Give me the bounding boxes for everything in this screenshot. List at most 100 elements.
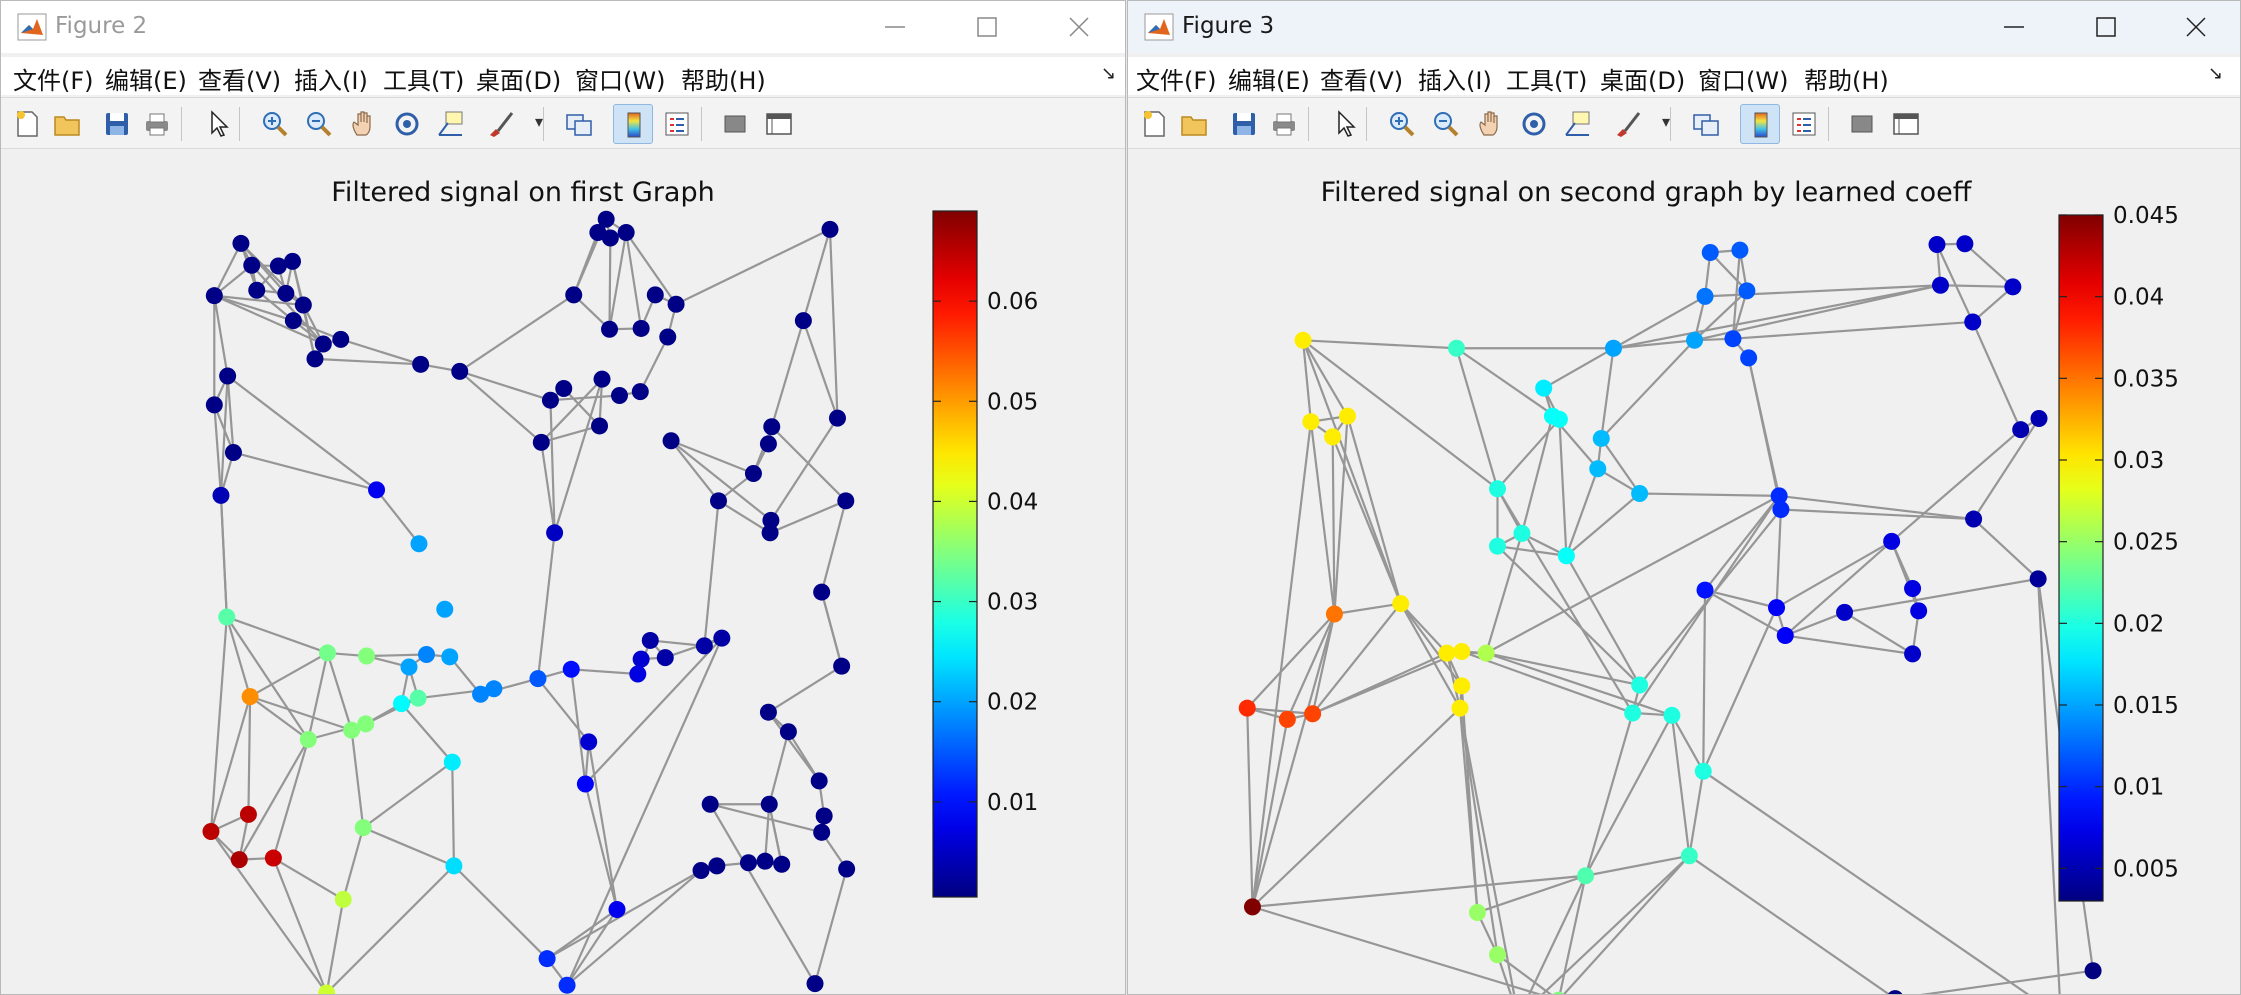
menu-view[interactable]: 查看(V) — [198, 61, 281, 96]
rotate-3d-button[interactable] — [387, 104, 427, 144]
pan-button[interactable] — [1470, 104, 1510, 144]
graph-node — [1604, 339, 1622, 357]
colorbar-button[interactable] — [613, 104, 653, 144]
graph-node — [558, 976, 576, 994]
graph-node — [1448, 339, 1466, 357]
maximize-button[interactable] — [2060, 1, 2152, 53]
graph-edge — [828, 229, 839, 419]
graph-node — [2030, 410, 2048, 427]
graph-edge — [249, 651, 329, 698]
print-button[interactable] — [137, 104, 177, 144]
menu-help[interactable]: 帮助(H) — [681, 61, 766, 96]
menu-window[interactable]: 窗口(W) — [575, 61, 665, 96]
graph-node — [576, 775, 594, 793]
graph-edge — [709, 803, 816, 985]
graph-node — [1543, 407, 1561, 425]
graph-edge — [1688, 771, 1705, 856]
graph-node — [218, 608, 236, 626]
menu-insert[interactable]: 插入(I) — [294, 61, 368, 96]
menu-file[interactable]: 文件(F) — [1136, 61, 1217, 96]
graph-node — [565, 286, 583, 304]
toolbar-separator — [1308, 107, 1309, 141]
brush-dropdown-icon[interactable]: ▾ — [1662, 112, 1670, 131]
minimize-button[interactable] — [1968, 1, 2060, 53]
graph-edge — [249, 695, 352, 732]
menu-tools[interactable]: 工具(T) — [383, 61, 464, 96]
brush-dropdown-icon[interactable]: ▾ — [535, 112, 543, 131]
graph-node — [1686, 331, 1704, 349]
zoom-out-button[interactable] — [1426, 104, 1466, 144]
zoom-in-button[interactable] — [1382, 104, 1422, 144]
save-button[interactable] — [1224, 104, 1264, 144]
graph-node — [593, 370, 611, 388]
menu-overflow-icon[interactable]: ↘ — [1101, 63, 1116, 84]
zoom-out-icon — [1434, 112, 1459, 137]
open-file-button[interactable] — [47, 104, 87, 144]
close-button[interactable] — [2150, 1, 2240, 53]
link-plot-icon — [1693, 114, 1719, 136]
menu-help[interactable]: 帮助(H) — [1804, 61, 1889, 96]
menu-view[interactable]: 查看(V) — [1320, 61, 1403, 96]
menu-overflow-icon[interactable]: ↘ — [2208, 63, 2223, 84]
data-tips-button[interactable] — [431, 104, 471, 144]
menu-desktop[interactable]: 桌面(D) — [1600, 61, 1685, 96]
legend-button[interactable] — [1784, 104, 1824, 144]
menu-desktop[interactable]: 桌面(D) — [476, 61, 561, 96]
pan-button[interactable] — [343, 104, 383, 144]
print-button[interactable] — [1264, 104, 1304, 144]
graph-node — [1731, 241, 1749, 259]
pointer-button[interactable] — [199, 104, 239, 144]
rotate-3d-button[interactable] — [1514, 104, 1554, 144]
graph-node — [1956, 235, 1974, 253]
hide-plot-tools-button[interactable] — [1842, 104, 1882, 144]
title-bar[interactable]: Figure 3 — [1128, 1, 2240, 53]
graph-node — [1928, 236, 1946, 254]
legend-button[interactable] — [657, 104, 697, 144]
show-plot-tools-icon — [766, 113, 792, 135]
new-figure-icon — [1144, 111, 1165, 137]
graph-node — [1663, 706, 1681, 724]
menu-tools[interactable]: 工具(T) — [1506, 61, 1587, 96]
open-file-icon — [54, 116, 80, 136]
graph-node — [629, 665, 647, 683]
minimize-button[interactable] — [849, 1, 941, 53]
show-plot-tools-button[interactable] — [1886, 104, 1926, 144]
menu-insert[interactable]: 插入(I) — [1418, 61, 1492, 96]
graph-node — [763, 418, 781, 436]
zoom-in-button[interactable] — [255, 104, 295, 144]
graph-node — [1438, 644, 1456, 662]
graph-node — [354, 819, 372, 837]
graph-plot: Filtered signal on first Graph 0.01 0.02 0.… — [202, 177, 1038, 994]
open-file-button[interactable] — [1174, 104, 1214, 144]
link-plot-button[interactable] — [1686, 104, 1726, 144]
graph-edge — [209, 616, 228, 832]
graph-node — [806, 975, 824, 993]
data-tips-button[interactable] — [1558, 104, 1598, 144]
graph-node — [299, 731, 317, 748]
title-bar[interactable]: Figure 2 — [1, 1, 1125, 53]
graph-edge — [1496, 418, 1561, 490]
colorbar-button[interactable] — [1740, 104, 1780, 144]
save-button[interactable] — [97, 104, 137, 144]
graph-edge — [820, 591, 843, 667]
toolbar-separator — [1828, 107, 1829, 141]
graph-node — [1294, 331, 1312, 349]
new-figure-button[interactable] — [7, 104, 47, 144]
menu-edit[interactable]: 编辑(E) — [105, 61, 187, 96]
brush-button[interactable] — [1608, 104, 1648, 144]
show-plot-tools-button[interactable] — [759, 104, 799, 144]
maximize-button[interactable] — [941, 1, 1033, 53]
graph-node — [580, 733, 598, 751]
link-plot-button[interactable] — [559, 104, 599, 144]
menu-edit[interactable]: 编辑(E) — [1228, 61, 1310, 96]
brush-button[interactable] — [481, 104, 521, 144]
new-figure-button[interactable] — [1134, 104, 1174, 144]
menu-window[interactable]: 窗口(W) — [1698, 61, 1788, 96]
colorbar-tick-label: 0.04 — [987, 489, 1038, 515]
graph-node — [1680, 847, 1698, 865]
zoom-out-button[interactable] — [299, 104, 339, 144]
menu-file[interactable]: 文件(F) — [13, 61, 94, 96]
close-button[interactable] — [1033, 1, 1125, 53]
pointer-button[interactable] — [1326, 104, 1366, 144]
hide-plot-tools-button[interactable] — [715, 104, 755, 144]
